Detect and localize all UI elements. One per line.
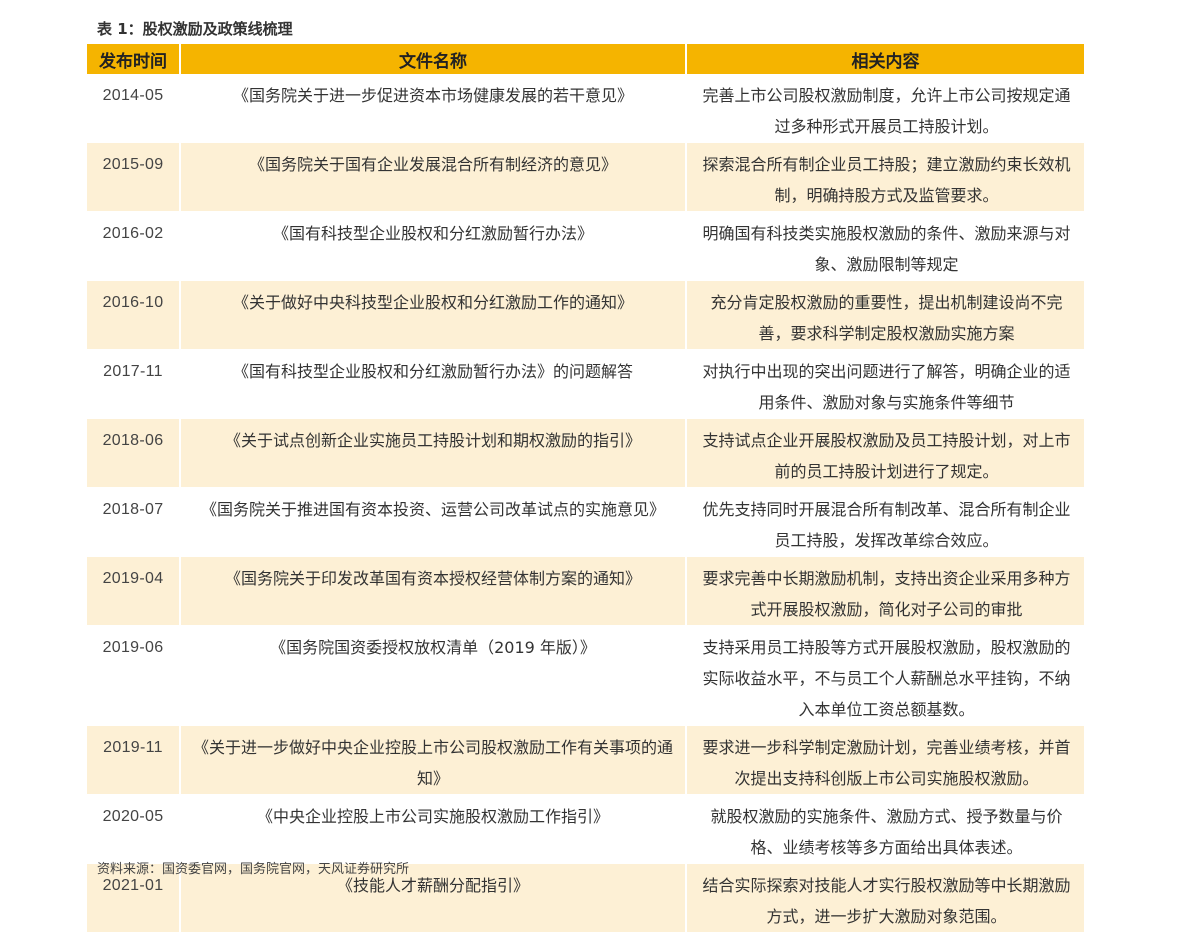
row-content: 完善上市公司股权激励制度，允许上市公司按规定通过多种形式开展员工持股计划。 [686,74,1084,143]
table-caption: 表 1：股权激励及政策线梳理 [97,20,293,38]
header-document: 文件名称 [180,44,687,74]
table-row: 2017-11 《国有科技型企业股权和分红激励暂行办法》的问题解答 对执行中出现… [87,349,1084,419]
row-content: 明确国有科技类实施股权激励的条件、激励来源与对象、激励限制等规定 [686,211,1084,281]
row-date: 2018-07 [87,487,181,557]
row-content: 结合实际探索对技能人才实行股权激励等中长期激励方式，进一步扩大激励对象范围。 [686,863,1084,933]
row-document: 《国务院关于国有企业发展混合所有制经济的意见》 [180,142,687,212]
row-date: 2020-05 [87,794,181,864]
row-document: 《国有科技型企业股权和分红激励暂行办法》 [180,211,687,281]
row-date: 2014-05 [87,74,181,143]
table-row: 2014-05 《国务院关于进一步促进资本市场健康发展的若干意见》 完善上市公司… [87,74,1084,143]
row-document: 《国务院关于进一步促进资本市场健康发展的若干意见》 [180,74,687,143]
table-row: 2020-05 《中央企业控股上市公司实施股权激励工作指引》 就股权激励的实施条… [87,794,1084,864]
row-content: 探索混合所有制企业员工持股；建立激励约束长效机制，明确持股方式及监管要求。 [686,142,1084,212]
row-document: 《关于进一步做好中央企业控股上市公司股权激励工作有关事项的通知》 [180,725,687,795]
row-document: 《国有科技型企业股权和分红激励暂行办法》的问题解答 [180,349,687,419]
row-content: 支持采用员工持股等方式开展股权激励，股权激励的实际收益水平，不与员工个人薪酬总水… [686,625,1084,726]
row-date: 2016-10 [87,280,181,350]
row-date: 2019-04 [87,556,181,626]
row-content: 要求完善中长期激励机制，支持出资企业采用多种方式开展股权激励，简化对子公司的审批 [686,556,1084,626]
table-row: 2018-06 《关于试点创新企业实施员工持股计划和期权激励的指引》 支持试点企… [87,418,1084,488]
table-row: 2018-07 《国务院关于推进国有资本投资、运营公司改革试点的实施意见》 优先… [87,487,1084,557]
row-date: 2015-09 [87,142,181,212]
row-content: 充分肯定股权激励的重要性，提出机制建设尚不完善，要求科学制定股权激励实施方案 [686,280,1084,350]
table-row: 2019-11 《关于进一步做好中央企业控股上市公司股权激励工作有关事项的通知》… [87,725,1084,795]
row-date: 2016-02 [87,211,181,281]
row-date: 2019-11 [87,725,181,795]
row-document: 《关于做好中央科技型企业股权和分红激励工作的通知》 [180,280,687,350]
row-document: 《关于试点创新企业实施员工持股计划和期权激励的指引》 [180,418,687,488]
row-content: 优先支持同时开展混合所有制改革、混合所有制企业员工持股，发挥改革综合效应。 [686,487,1084,557]
table-row: 2019-06 《国务院国资委授权放权清单（2019 年版）》 支持采用员工持股… [87,625,1084,726]
source-note: 资料来源：国资委官网，国务院官网，天风证券研究所 [97,862,410,877]
table-row: 2015-09 《国务院关于国有企业发展混合所有制经济的意见》 探索混合所有制企… [87,142,1084,212]
row-document: 《中央企业控股上市公司实施股权激励工作指引》 [180,794,687,864]
table-header-row: 发布时间 文件名称 相关内容 [87,44,1084,74]
row-content: 就股权激励的实施条件、激励方式、授予数量与价格、业绩考核等多方面给出具体表述。 [686,794,1084,864]
table-row: 2019-04 《国务院关于印发改革国有资本授权经营体制方案的通知》 要求完善中… [87,556,1084,626]
table-row: 2016-02 《国有科技型企业股权和分红激励暂行办法》 明确国有科技类实施股权… [87,211,1084,281]
row-document: 《国务院关于推进国有资本投资、运营公司改革试点的实施意见》 [180,487,687,557]
policy-table: 发布时间 文件名称 相关内容 2014-05 《国务院关于进一步促进资本市场健康… [87,44,1084,933]
row-document: 《国务院国资委授权放权清单（2019 年版）》 [180,625,687,726]
row-date: 2018-06 [87,418,181,488]
row-date: 2019-06 [87,625,181,726]
header-content: 相关内容 [686,44,1084,74]
row-document: 《国务院关于印发改革国有资本授权经营体制方案的通知》 [180,556,687,626]
row-content: 支持试点企业开展股权激励及员工持股计划，对上市前的员工持股计划进行了规定。 [686,418,1084,488]
row-content: 要求进一步科学制定激励计划，完善业绩考核，并首次提出支持科创版上市公司实施股权激… [686,725,1084,795]
table-row: 2016-10 《关于做好中央科技型企业股权和分红激励工作的通知》 充分肯定股权… [87,280,1084,350]
header-date: 发布时间 [87,44,181,74]
row-content: 对执行中出现的突出问题进行了解答，明确企业的适用条件、激励对象与实施条件等细节 [686,349,1084,419]
row-date: 2017-11 [87,349,181,419]
